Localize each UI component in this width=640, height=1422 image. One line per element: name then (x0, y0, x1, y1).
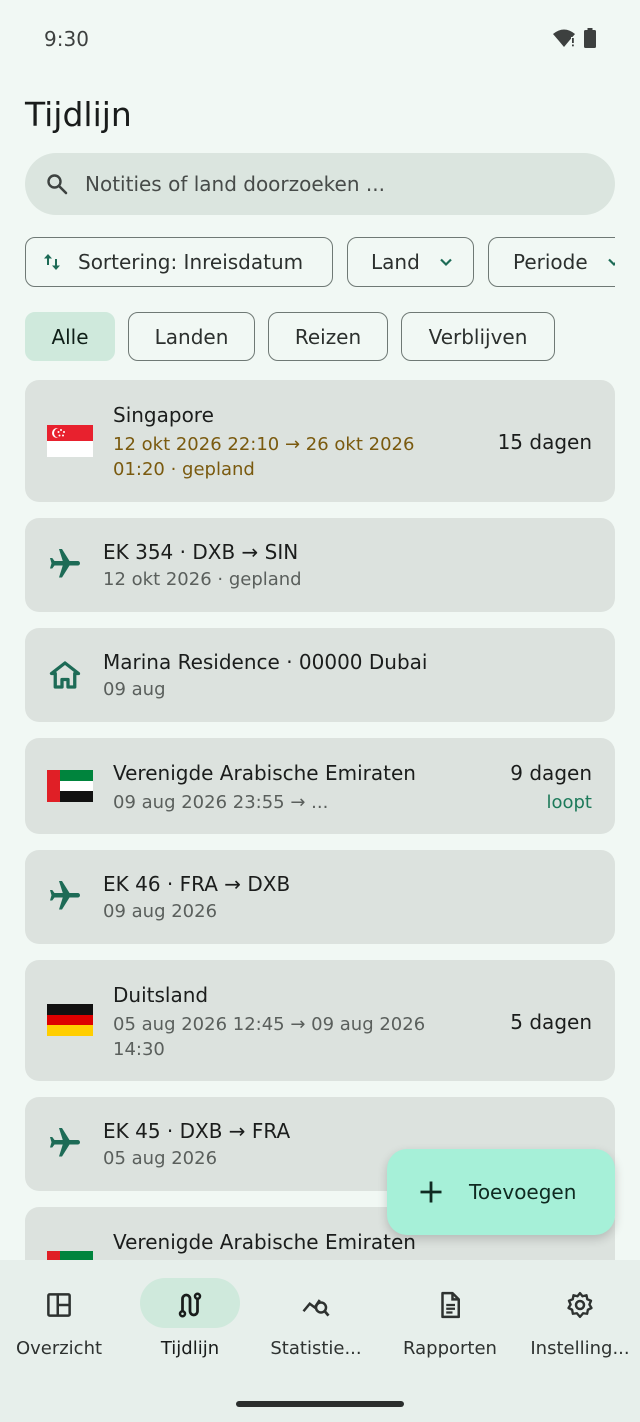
uae-flag-icon (47, 1251, 93, 1260)
country-name: Verenigde Arabische Emiraten (113, 1230, 416, 1254)
battery-icon (584, 28, 596, 48)
flight-date: 05 aug 2026 (103, 1148, 218, 1169)
bottom-navigation: Overzicht Tijdlijn Statistie... Rapporte… (0, 1260, 640, 1422)
filter-chip-landen[interactable]: Landen (128, 312, 255, 361)
nav-item-tijdlijn[interactable]: Tijdlijn (126, 1278, 254, 1378)
airplane-icon (50, 549, 80, 578)
filter-chip-alle[interactable]: Alle (25, 312, 115, 361)
flight-date: 12 okt 2026 · gepland (103, 569, 302, 590)
filter-chip-verblijven[interactable]: Verblijven (401, 312, 555, 361)
plus-icon (420, 1181, 442, 1203)
duration-label: 15 dagen (497, 430, 592, 454)
nav-item-rapporten[interactable]: Rapporten (386, 1278, 514, 1378)
country-name: Verenigde Arabische Emiraten (113, 761, 416, 785)
country-card-uae[interactable]: Verenigde Arabische Emiraten 09 aug 2026… (25, 738, 615, 834)
date-range-cont: 14:30 (113, 1039, 165, 1060)
nav-item-overzicht[interactable]: Overzicht (0, 1278, 123, 1378)
nav-label: Statistie... (270, 1338, 362, 1359)
airplane-icon (50, 881, 80, 910)
land-filter-chip[interactable]: Land (347, 237, 474, 287)
stay-card-marina-residence[interactable]: Marina Residence · 00000 Dubai 09 aug (25, 628, 615, 722)
date-range: 12 okt 2026 22:10 → 26 okt 2026 (113, 434, 415, 455)
sort-chip-label: Sortering: Inreisdatum (78, 250, 304, 274)
country-name: Singapore (113, 403, 214, 427)
flight-card-ek46[interactable]: EK 46 · FRA → DXB 09 aug 2026 (25, 850, 615, 944)
country-card-duitsland[interactable]: Duitsland 05 aug 2026 12:45 → 09 aug 202… (25, 960, 615, 1081)
query-stats-icon (302, 1299, 330, 1317)
periode-filter-chip[interactable]: Periode (488, 237, 615, 287)
duration-label: 9 dagen (510, 761, 592, 785)
search-bar[interactable] (25, 153, 615, 215)
dashboard-icon (47, 1293, 71, 1317)
timeline-list[interactable]: Singapore 12 okt 2026 22:10 → 26 okt 202… (25, 380, 615, 1260)
flight-title: EK 354 · DXB → SIN (103, 540, 299, 564)
status-icons (552, 28, 596, 48)
date-range-cont: 01:20 · gepland (113, 459, 255, 480)
sort-chip-row: Sortering: Inreisdatum Land Periode (25, 237, 615, 287)
flight-title: EK 45 · DXB → FRA (103, 1119, 291, 1143)
add-button[interactable]: Toevoegen (387, 1149, 615, 1235)
status-bar: 9:30 (0, 0, 640, 80)
running-status-label: loopt (546, 792, 592, 813)
land-chip-label: Land (371, 250, 420, 274)
chevron-down-icon (440, 258, 452, 267)
nav-label: Tijdlijn (160, 1338, 220, 1359)
airplane-icon (50, 1128, 80, 1157)
nav-label: Instelling... (530, 1338, 630, 1359)
filter-chip-reizen[interactable]: Reizen (268, 312, 388, 361)
type-filter-row: Alle Landen Reizen Verblijven (25, 312, 555, 361)
singapore-flag-icon (47, 425, 93, 457)
swap-vert-icon (44, 254, 60, 270)
uae-flag-icon (47, 770, 93, 802)
home-icon (49, 661, 81, 689)
date-range: 09 aug 2026 23:55 → ... (113, 792, 329, 813)
germany-flag-icon (47, 1004, 93, 1036)
status-time: 9:30 (44, 27, 89, 51)
stay-title: Marina Residence · 00000 Dubai (103, 650, 428, 674)
flight-date: 09 aug 2026 (103, 901, 218, 922)
route-icon (178, 1292, 202, 1318)
document-icon (441, 1291, 460, 1319)
search-icon (47, 174, 68, 195)
flight-title: EK 46 · FRA → DXB (103, 872, 291, 896)
home-indicator[interactable] (236, 1401, 404, 1407)
chevron-down-icon (607, 258, 615, 267)
periode-chip-label: Periode (513, 250, 588, 274)
stay-date: 09 aug (103, 679, 166, 700)
nav-label: Rapporten (403, 1338, 497, 1359)
page-title: Tijdlijn (25, 95, 132, 134)
wifi-alert-icon (553, 29, 575, 47)
country-card-singapore[interactable]: Singapore 12 okt 2026 22:10 → 26 okt 202… (25, 380, 615, 502)
search-input[interactable] (85, 172, 565, 196)
nav-label: Overzicht (15, 1338, 103, 1359)
duration-label: 5 dagen (510, 1010, 592, 1034)
nav-item-instellingen[interactable]: Instelling... (516, 1278, 640, 1378)
sort-chip[interactable]: Sortering: Inreisdatum (25, 237, 333, 287)
country-name: Duitsland (113, 983, 209, 1007)
flight-card-ek354[interactable]: EK 354 · DXB → SIN 12 okt 2026 · gepland (25, 518, 615, 612)
add-button-label: Toevoegen (469, 1180, 577, 1204)
nav-item-statistieken[interactable]: Statistie... (252, 1278, 380, 1378)
gear-icon (567, 1291, 593, 1319)
date-range: 05 aug 2026 12:45 → 09 aug 2026 (113, 1014, 426, 1035)
